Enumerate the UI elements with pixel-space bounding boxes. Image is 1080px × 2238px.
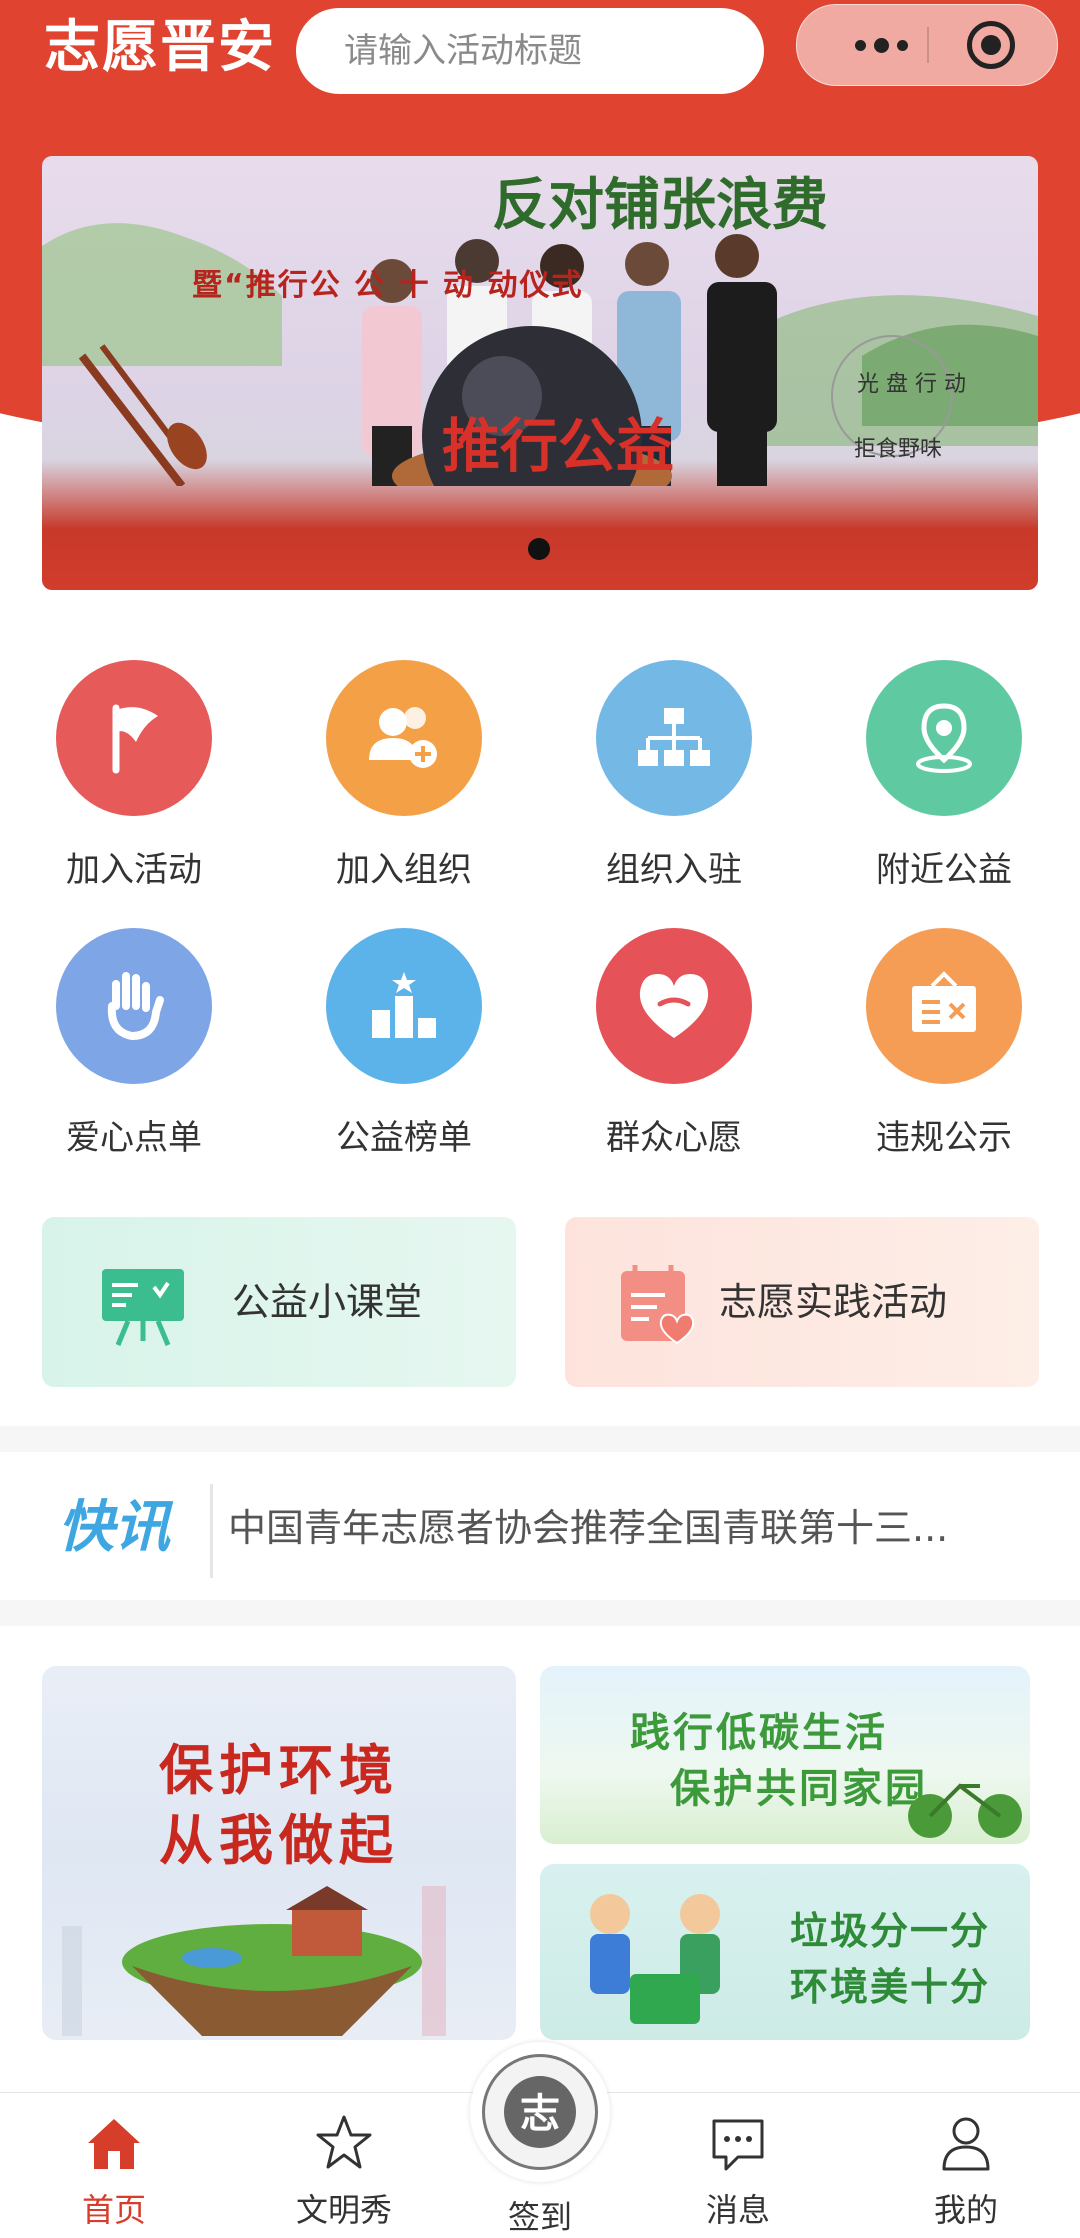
floating-island-illustration: [62, 1886, 446, 2036]
banner-subline: 暨“推行公 公 十 动 动仪式: [192, 268, 584, 303]
poster-title-line2: 保护共同家园: [670, 1766, 928, 1812]
bicycle-icon: [908, 1783, 1022, 1838]
grid-item-label: 附近公益: [876, 850, 1012, 890]
poster-garbage-sorting[interactable]: 垃圾分一分 环境美十分: [540, 1864, 1030, 2040]
tab-mine[interactable]: 我的: [886, 2093, 1046, 2238]
card-volunteer-practice[interactable]: 志愿实践活动: [565, 1217, 1039, 1387]
section-divider: [0, 1600, 1080, 1626]
tab-messages[interactable]: 消息: [658, 2093, 818, 2238]
section-divider: [0, 1426, 1080, 1452]
flag-icon: [56, 660, 212, 816]
search-placeholder: 请输入活动标题: [344, 31, 582, 71]
poster-title-line1: 垃圾分一分: [790, 1909, 991, 1953]
tab-label: 文明秀: [295, 2191, 392, 2229]
grid-item-label: 加入组织: [336, 850, 472, 890]
easel-icon: [102, 1269, 184, 1346]
grid-item-love-order[interactable]: 爱心点单: [34, 928, 234, 1168]
grid-item-wishes[interactable]: 群众心愿: [574, 928, 774, 1168]
heart-icon: [596, 928, 752, 1084]
volunteer-logo-text: 志: [520, 2091, 560, 2137]
tab-label: 消息: [705, 2191, 770, 2229]
poster-title-line2: 从我做起: [159, 1809, 399, 1872]
hand-icon: [56, 928, 212, 1084]
org-chart-icon: [596, 660, 752, 816]
grid-item-join-org[interactable]: 加入组织: [304, 660, 504, 900]
top-bar: 志愿晋安 请输入活动标题: [0, 0, 1080, 100]
card-label: 公益小课堂: [232, 1280, 423, 1324]
message-icon: [712, 2119, 764, 2171]
kids-recycling-illustration: [590, 1894, 720, 2024]
news-divider: [210, 1484, 213, 1578]
miniprogram-capsule: [796, 4, 1058, 86]
sign-text: 光 盘 行 动: [857, 372, 966, 397]
add-user-icon: [326, 660, 482, 816]
news-ticker[interactable]: 快讯 中国青年志愿者协会推荐全国青联第十三...: [0, 1458, 1080, 1598]
location-icon: [866, 660, 1022, 816]
grid-item-nearby[interactable]: 附近公益: [844, 660, 1044, 900]
tab-checkin-label[interactable]: 签到: [470, 2192, 610, 2238]
podium-text: 推行公益: [442, 412, 674, 480]
poster-title-line2: 环境美十分: [790, 1965, 991, 2009]
volunteer-logo-icon: 志: [482, 2054, 598, 2170]
grid-item-label: 组织入驻: [606, 850, 742, 890]
banner-headline: 反对铺张浪费: [492, 172, 828, 238]
poster-protect-environment[interactable]: 保护环境 从我做起: [42, 1666, 516, 2040]
card-public-class[interactable]: 公益小课堂: [42, 1217, 516, 1387]
app-title: 志愿晋安: [44, 15, 276, 80]
calendar-heart-icon: [621, 1265, 695, 1345]
grid-item-label: 违规公示: [876, 1118, 1012, 1158]
grid-item-ranking[interactable]: 公益榜单: [304, 928, 504, 1168]
banner-carousel[interactable]: 推行公益 光 盘 行 动 拒食野味 反对铺张浪费 暨“推行公 公 十 动 动仪式: [42, 156, 1038, 590]
tab-home[interactable]: 首页: [34, 2093, 194, 2238]
checkin-button[interactable]: 志: [470, 2042, 610, 2182]
grid-item-join-activity[interactable]: 加入活动: [34, 660, 234, 900]
more-menu-button[interactable]: [841, 5, 921, 85]
user-icon: [942, 2117, 990, 2171]
sign-text-2: 拒食野味: [854, 437, 942, 462]
grid-item-label: 加入活动: [66, 850, 202, 890]
poster-title-line1: 保护环境: [159, 1739, 399, 1802]
card-label: 志愿实践活动: [719, 1280, 948, 1324]
podium-icon: [326, 928, 482, 1084]
page: 志愿晋安 请输入活动标题 推行公益 光 盘 行 动 拒食野味 反对铺张浪费 暨“…: [0, 0, 1080, 2238]
home-icon: [88, 2119, 140, 2169]
poster-title-line1: 践行低碳生活: [630, 1710, 888, 1756]
star-icon: [316, 2115, 372, 2169]
close-miniprogram-icon[interactable]: [967, 21, 1015, 69]
tab-label: 我的: [933, 2191, 998, 2229]
grid-item-org-settle[interactable]: 组织入驻: [574, 660, 774, 900]
tab-civilization-show[interactable]: 文明秀: [264, 2093, 424, 2238]
news-logo: 快讯: [58, 1495, 170, 1560]
grid-item-violations[interactable]: 违规公示: [844, 928, 1044, 1168]
tab-label: 首页: [81, 2191, 146, 2229]
grid-item-label: 公益榜单: [336, 1118, 472, 1158]
search-input[interactable]: 请输入活动标题: [296, 8, 764, 94]
notice-board-icon: [866, 928, 1022, 1084]
grid-item-label: 爱心点单: [66, 1118, 202, 1158]
poster-low-carbon[interactable]: 践行低碳生活 保护共同家园: [540, 1666, 1030, 1844]
capsule-divider: [927, 27, 929, 63]
carousel-indicator[interactable]: [528, 538, 550, 560]
news-headline[interactable]: 中国青年志愿者协会推荐全国青联第十三...: [228, 1458, 948, 1598]
grid-item-label: 群众心愿: [606, 1118, 742, 1158]
